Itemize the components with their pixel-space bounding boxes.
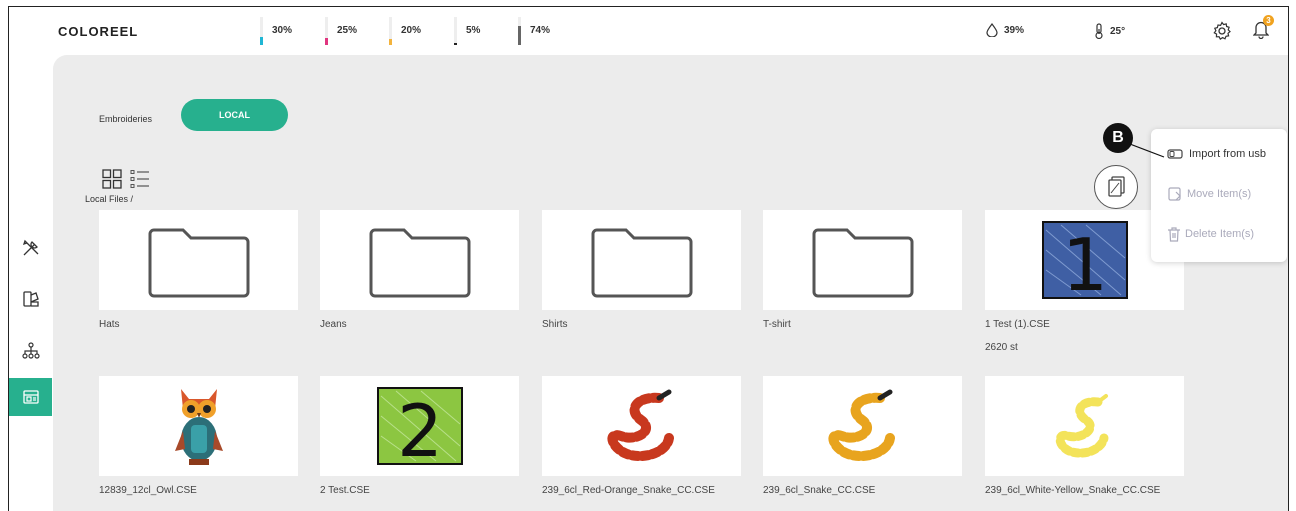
callout-leader-line bbox=[1121, 140, 1165, 158]
app-window: COLOREEL 30% 25% 20% 5% 74% 39% 25° 3 Em… bbox=[8, 6, 1289, 511]
callout-marker: B bbox=[1103, 123, 1133, 153]
